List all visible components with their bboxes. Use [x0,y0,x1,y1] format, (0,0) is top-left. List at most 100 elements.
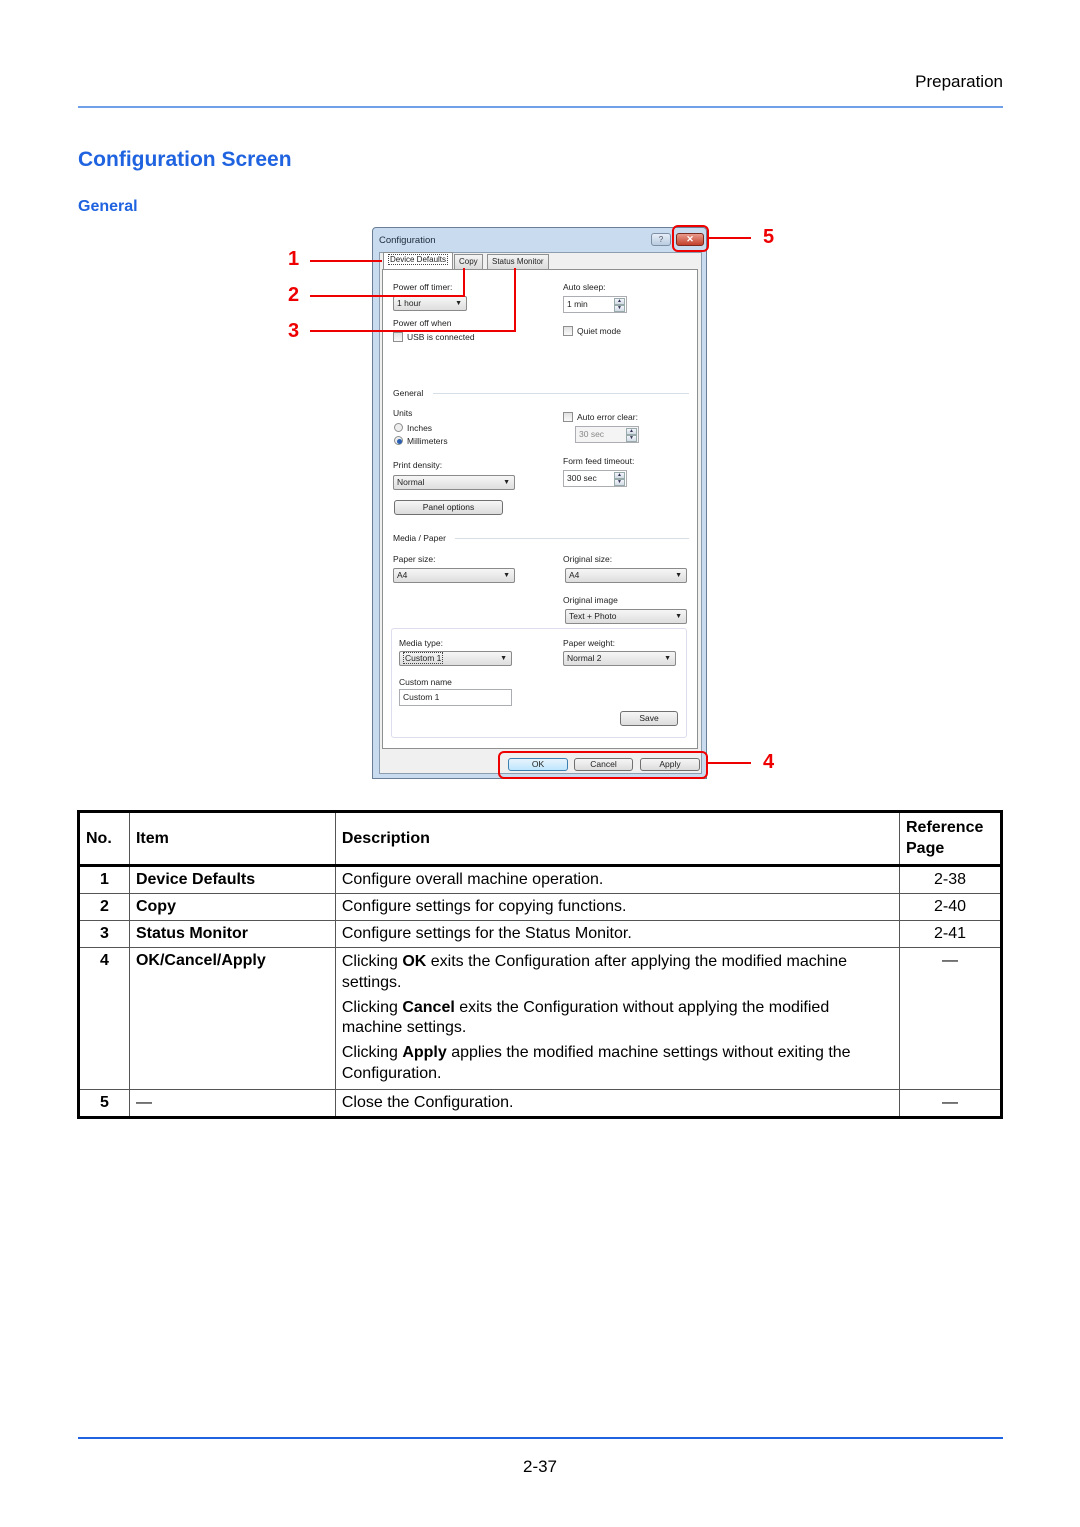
form-feed-timeout-spinner[interactable]: 300 sec ▲ ▼ [563,470,627,487]
tab-label: Device Defaults [388,254,449,265]
callout-line [463,268,465,297]
header-item: Item [128,811,336,867]
paper-weight-select[interactable]: Normal 2 ▼ [563,651,676,666]
callout-2: 2 [288,284,300,306]
row-description: Close the Configuration. [334,1088,901,1118]
dropdown-arrow-icon: ▼ [455,300,462,307]
row-item: OK/Cancel/Apply [128,947,336,1090]
original-size-select[interactable]: A4 ▼ [565,568,687,583]
power-off-timer-select[interactable]: 1 hour ▼ [393,296,467,311]
header-reference-page: Reference Page [899,811,1002,867]
callout-box-close [672,225,709,252]
row-no: 5 [78,1088,130,1118]
table-row: 2 Copy Configure settings for copying fu… [78,893,1002,921]
callout-3: 3 [288,320,300,342]
original-image-select[interactable]: Text + Photo ▼ [565,609,687,624]
paper-size-select[interactable]: A4 ▼ [393,568,515,583]
items-table: No. Item Description Reference Page 1 De… [77,810,1003,1119]
spin-up-icon[interactable]: ▲ [626,428,637,435]
select-value: Custom 1 [403,652,444,664]
select-value: 1 hour [397,298,422,308]
callout-4: 4 [763,751,775,773]
millimeters-label: Millimeters [407,436,448,446]
row-description: Configure settings for the Status Monito… [334,920,901,948]
select-value: A4 [397,570,408,580]
table-header-row: No. Item Description Reference Page [78,811,1002,867]
row-no: 4 [78,947,130,1090]
tab-device-defaults[interactable]: Device Defaults [383,252,454,269]
media-paper-group-label: Media / Paper [393,533,446,543]
row-reference: 2-38 [899,865,1002,894]
header-description: Description [334,811,901,867]
help-icon[interactable]: ? [651,233,671,246]
spin-down-icon[interactable]: ▼ [614,479,625,486]
callout-line [310,330,516,332]
dialog-title: Configuration [379,235,436,246]
footer-divider [78,1437,1003,1439]
dropdown-arrow-icon: ▼ [503,479,510,486]
page-title: Configuration Screen [78,148,292,171]
quiet-mode-checkbox[interactable] [563,326,573,336]
callout-box-buttons [498,751,708,779]
spin-down-icon[interactable]: ▼ [626,435,637,442]
table-row: 1 Device Defaults Configure overall mach… [78,865,1002,894]
tab-status-monitor[interactable]: Status Monitor [487,254,549,269]
power-off-when-label: Power off when [393,318,452,328]
callout-line [709,237,751,239]
header-divider [78,106,1003,108]
row-no: 3 [78,920,130,948]
callout-5: 5 [763,226,775,248]
inches-label: Inches [407,423,433,433]
custom-name-input[interactable]: Custom 1 [399,689,512,706]
group-divider [433,393,689,394]
tab-copy[interactable]: Copy [454,254,483,269]
row-reference: 2-40 [899,893,1002,921]
usb-connected-checkbox[interactable] [393,332,403,342]
row-item: Device Defaults [128,865,336,894]
spin-up-icon[interactable]: ▲ [614,298,625,305]
paper-size-label: Paper size: [393,554,436,564]
panel-options-button[interactable]: Panel options [394,500,503,515]
media-type-select[interactable]: Custom 1 ▼ [399,651,512,666]
callout-line [708,762,751,764]
text: Clicking [341,1044,403,1062]
units-label: Units [393,408,413,418]
media-type-label: Media type: [399,638,443,648]
bold-term: Cancel [402,998,455,1016]
dropdown-arrow-icon: ▼ [664,655,671,662]
spin-down-icon[interactable]: ▼ [614,305,625,312]
row-description: Clicking OK exits the Configuration afte… [334,947,901,1090]
save-button[interactable]: Save [620,711,678,726]
row-item: Copy [128,893,336,921]
callout-line [310,260,382,262]
dropdown-arrow-icon: ▼ [500,655,507,662]
row-reference: — [899,947,1002,1090]
select-value: Normal [397,477,425,487]
row-reference: — [899,1088,1002,1118]
bold-term: Apply [402,1044,447,1062]
auto-error-clear-label: Auto error clear: [577,412,638,422]
row-item: Status Monitor [128,920,336,948]
select-value: Normal 2 [567,653,602,663]
auto-error-clear-spinner[interactable]: 30 sec ▲ ▼ [575,426,639,443]
auto-sleep-spinner[interactable]: 1 min ▲ ▼ [563,296,627,313]
table-row: 4 OK/Cancel/Apply Clicking OK exits the … [78,947,1002,1090]
general-group-label: General [393,388,424,398]
custom-name-label: Custom name [399,677,452,687]
callout-line [310,295,465,297]
quiet-mode-label: Quiet mode [577,326,621,336]
print-density-select[interactable]: Normal ▼ [393,475,515,490]
row-description: Configure settings for copying functions… [334,893,901,921]
dropdown-arrow-icon: ▼ [503,572,510,579]
group-divider [455,538,689,539]
row-reference: 2-41 [899,920,1002,948]
spinner-value: 300 sec [567,473,597,483]
row-item: — [128,1088,336,1118]
row-no: 1 [78,865,130,894]
auto-error-clear-checkbox[interactable] [563,412,573,422]
inches-radio[interactable] [394,423,403,432]
millimeters-radio[interactable] [394,436,403,445]
print-density-label: Print density: [393,460,443,470]
spin-up-icon[interactable]: ▲ [614,472,625,479]
auto-sleep-label: Auto sleep: [563,282,606,292]
